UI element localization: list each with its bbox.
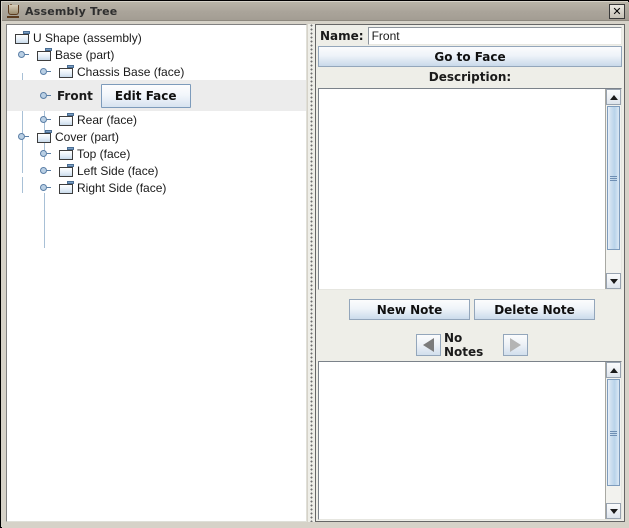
tree-expand-handle[interactable] (38, 181, 51, 194)
edit-face-button[interactable]: Edit Face (100, 83, 191, 108)
scroll-up-icon[interactable] (606, 362, 621, 378)
tree-node-u-shape[interactable]: U Shape (assembly) (7, 29, 306, 46)
previous-note-button[interactable] (416, 334, 441, 356)
note-textarea-pane (318, 361, 622, 520)
folder-icon (59, 65, 74, 78)
name-row: Name: Front (318, 27, 622, 45)
scrollbar-thumb[interactable] (607, 379, 620, 486)
note-textarea[interactable] (319, 362, 605, 519)
face-details-panel: Name: Front Go to Face Description: New … (315, 24, 625, 522)
assembly-tree-panel[interactable]: U Shape (assembly) Base (part) Chassis B… (6, 24, 307, 522)
tree-node-label: Chassis Base (face) (77, 64, 185, 79)
face-name-label: Front (57, 88, 93, 103)
tree-expand-handle[interactable] (38, 89, 51, 102)
name-label: Name: (320, 29, 364, 43)
folder-icon (59, 181, 74, 194)
tree-root: U Shape (assembly) Base (part) Chassis B… (7, 25, 306, 248)
next-note-button[interactable] (503, 334, 528, 356)
tree-node-base[interactable]: Base (part) (7, 46, 306, 63)
folder-icon (37, 48, 52, 61)
scrollbar-grip (610, 431, 617, 436)
tree-node-label: Rear (face) (77, 112, 138, 127)
description-textarea-pane (318, 88, 622, 290)
tree-node-label: Right Side (face) (77, 180, 167, 195)
tree-node-left-side[interactable]: Left Side (face) (7, 162, 306, 179)
tree-expand-handle[interactable] (38, 113, 51, 126)
tree-node-label: Top (face) (77, 146, 131, 161)
close-icon[interactable]: ✕ (609, 3, 625, 19)
folder-icon (15, 31, 30, 44)
new-note-button[interactable]: New Note (349, 299, 470, 320)
tree-expand-handle[interactable] (38, 164, 51, 177)
window-title: Assembly Tree (25, 4, 118, 18)
application-window: Assembly Tree ✕ U Shape (assembly) Base … (0, 0, 629, 528)
description-textarea[interactable] (319, 89, 605, 289)
scrollbar-grip (610, 176, 617, 181)
scroll-up-icon[interactable] (606, 89, 621, 105)
tree-node-top[interactable]: Top (face) (7, 145, 306, 162)
title-bar: Assembly Tree ✕ (2, 2, 629, 21)
folder-icon (59, 164, 74, 177)
folder-icon (59, 113, 74, 126)
tree-node-label: Left Side (face) (77, 163, 159, 178)
tree-expand-handle[interactable] (16, 130, 29, 143)
split-pane-divider[interactable] (308, 24, 315, 522)
tree-connector-line (44, 193, 45, 248)
arrow-left-icon (423, 338, 434, 352)
delete-note-button[interactable]: Delete Note (474, 299, 595, 320)
divider-grip-dots (310, 24, 313, 522)
tree-expand-handle[interactable] (16, 48, 29, 61)
scroll-down-icon[interactable] (606, 273, 621, 289)
scrollbar-thumb[interactable] (607, 106, 620, 250)
tree-node-right-side[interactable]: Right Side (face) (7, 179, 306, 196)
folder-icon (59, 147, 74, 160)
go-to-face-button[interactable]: Go to Face (318, 46, 622, 67)
scroll-down-icon[interactable] (606, 503, 621, 519)
tree-node-label: Cover (part) (55, 129, 120, 144)
java-coffee-cup-icon (6, 4, 20, 18)
tree-expand-handle[interactable] (38, 65, 51, 78)
folder-icon (37, 130, 52, 143)
description-scrollbar[interactable] (605, 89, 621, 289)
arrow-right-icon (510, 338, 521, 352)
tree-node-rear[interactable]: Rear (face) (7, 111, 306, 128)
note-scrollbar[interactable] (605, 362, 621, 519)
split-pane: U Shape (assembly) Base (part) Chassis B… (2, 21, 629, 528)
name-input[interactable]: Front (367, 27, 622, 45)
tree-expand-handle[interactable] (38, 147, 51, 160)
tree-node-front-editor[interactable]: Front Edit Face (7, 80, 306, 111)
note-counter-label: No Notes (444, 331, 484, 359)
tree-node-cover[interactable]: Cover (part) (7, 128, 306, 145)
description-label: Description: (428, 70, 512, 84)
tree-node-label: U Shape (assembly) (33, 30, 142, 45)
tree-node-chassis-base[interactable]: Chassis Base (face) (7, 63, 306, 80)
tree-node-label: Base (part) (55, 47, 115, 62)
